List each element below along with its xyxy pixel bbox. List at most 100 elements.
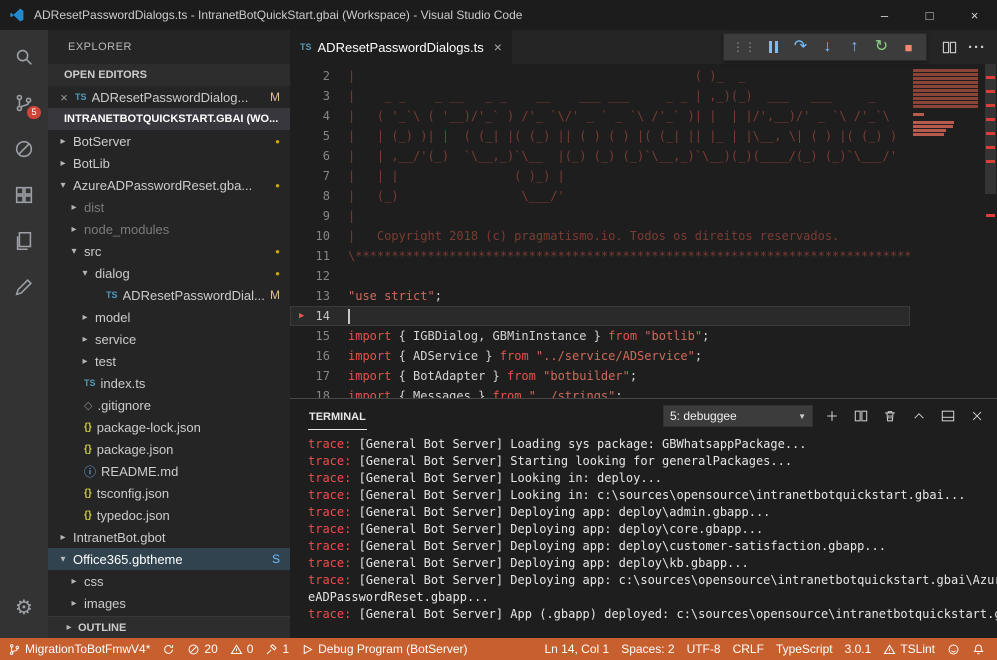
tree-item-index-ts[interactable]: TSindex.ts <box>48 372 290 394</box>
close-icon[interactable]: × <box>58 90 70 105</box>
log-level-label: trace: <box>308 556 351 570</box>
typescript-version-status[interactable]: 3.0.1 <box>839 638 878 660</box>
split-editor-icon[interactable] <box>937 35 961 59</box>
tree-item-botserver[interactable]: ▸BotServer● <box>48 130 290 152</box>
cursor-position-status[interactable]: Ln 14, Col 1 <box>538 638 615 660</box>
errors-status[interactable]: 20 <box>181 638 223 660</box>
code-line-12[interactable]: 12 <box>290 266 910 286</box>
sync-status[interactable] <box>156 638 181 660</box>
tree-item-gitignore[interactable]: ◇.gitignore <box>48 394 290 416</box>
terminal-tab[interactable]: TERMINAL <box>308 402 367 430</box>
debug-play-icon <box>301 643 314 656</box>
editor-tab-active[interactable]: TS ADResetPasswordDialogs.ts × <box>290 30 512 64</box>
code-line-6[interactable]: 6| | ,__/'(_) `\__,_)`\__ |(_) (_) (_)`\… <box>290 146 910 166</box>
tree-item-readme-md[interactable]: ⓘREADME.md <box>48 460 290 482</box>
collapse-panel-icon[interactable] <box>909 406 929 426</box>
code-line-7[interactable]: 7| | | ( )_) | | <box>290 166 910 186</box>
code-line-17[interactable]: 17import { BotAdapter } from "botbuilder… <box>290 366 910 386</box>
tree-item-typedoc-json[interactable]: {}typedoc.json <box>48 504 290 526</box>
files-icon[interactable] <box>0 218 48 264</box>
debug-toolbar-drag-handle[interactable]: ⋮⋮ <box>732 40 756 54</box>
extensions-icon[interactable] <box>0 172 48 218</box>
tree-item-package-lock-json[interactable]: {}package-lock.json <box>48 416 290 438</box>
edit-icon[interactable] <box>0 264 48 310</box>
code-line-18[interactable]: 18import { Messages } from "../strings"; <box>290 386 910 398</box>
tree-item-package-json[interactable]: {}package.json <box>48 438 290 460</box>
code-content[interactable]: 2| ( )_ _ |3| _ _ _ __ _ _ __ ___ ___ _ … <box>290 64 910 398</box>
code-line-2[interactable]: 2| ( )_ _ | <box>290 66 910 86</box>
step-into-icon[interactable]: ↓ <box>815 35 840 59</box>
code-line-4[interactable]: 4| ( '_`\ ( '__)/'_` ) /'_ `\/' _ ` _ `\… <box>290 106 910 126</box>
workspace-folder-header[interactable]: INTRANETBOTQUICKSTART.GBAI (WO... <box>48 108 290 130</box>
step-over-icon[interactable]: ↷ <box>788 35 813 59</box>
stop-icon[interactable]: ■ <box>896 35 921 59</box>
pause-icon[interactable] <box>761 35 786 59</box>
tree-item-node-modules[interactable]: ▸node_modules <box>48 218 290 240</box>
source-control-icon[interactable]: 5 <box>0 80 48 126</box>
tree-item-azureadpasswordreset-gba[interactable]: ▾AzureADPasswordReset.gba...● <box>48 174 290 196</box>
scrollbar-thumb[interactable] <box>985 64 996 194</box>
code-line-3[interactable]: 3| _ _ _ __ _ _ __ ___ ___ _ _ | ,_)(_) … <box>290 86 910 106</box>
restart-icon[interactable]: ↻ <box>869 35 894 59</box>
terminal-selector-dropdown[interactable]: 5: debuggee ▼ <box>663 405 813 427</box>
line-number: 5 <box>323 129 330 143</box>
tree-item-adresetpassworddial[interactable]: TSADResetPasswordDial...M <box>48 284 290 306</box>
more-actions-icon[interactable]: ··· <box>965 35 989 59</box>
code-line-10[interactable]: 10| Copyright 2018 (c) pragmatismo.io. T… <box>290 226 910 246</box>
encoding-status[interactable]: UTF-8 <box>681 638 727 660</box>
tasks-status[interactable]: 1 <box>259 638 295 660</box>
tree-item-test[interactable]: ▸test <box>48 350 290 372</box>
tree-item-tsconfig-json[interactable]: {}tsconfig.json <box>48 482 290 504</box>
code-line-16[interactable]: 16import { ADService } from "../service/… <box>290 346 910 366</box>
indentation-status[interactable]: Spaces: 2 <box>615 638 680 660</box>
minimap[interactable] <box>910 64 984 398</box>
git-status-badge: M <box>270 90 280 104</box>
git-branch-status[interactable]: MigrationToBotFmwV4* <box>2 638 156 660</box>
tree-item-model[interactable]: ▸model <box>48 306 290 328</box>
git-status-badge: S <box>272 552 280 566</box>
kill-terminal-icon[interactable] <box>880 406 900 426</box>
language-mode-status[interactable]: TypeScript <box>770 638 839 660</box>
open-editor-item[interactable]: × TS ADResetPasswordDialog... M <box>48 86 290 108</box>
close-panel-icon[interactable] <box>967 406 987 426</box>
tslint-status[interactable]: TSLint <box>877 638 941 660</box>
code-text: | | <box>348 206 910 226</box>
open-editors-header[interactable]: OPEN EDITORS <box>48 64 290 86</box>
code-line-5[interactable]: 5| | (_) )| | ( (_| |( (_) || ( ) ( ) |(… <box>290 126 910 146</box>
code-line-8[interactable]: 8| (_) \___/' | <box>290 186 910 206</box>
tree-item-service[interactable]: ▸service <box>48 328 290 350</box>
tree-item-intranetbot-gbot[interactable]: ▸IntranetBot.gbot <box>48 526 290 548</box>
log-text: [General Bot Server] Deploying app: depl… <box>351 522 763 536</box>
close-button[interactable]: × <box>952 0 997 30</box>
tree-item-office365-gbtheme[interactable]: ▾Office365.gbthemeS <box>48 548 290 570</box>
step-out-icon[interactable]: ↑ <box>842 35 867 59</box>
toggle-panel-icon[interactable] <box>938 406 958 426</box>
code-line-15[interactable]: 15import { IGBDialog, GBMinInstance } fr… <box>290 326 910 346</box>
tree-item-dialog[interactable]: ▾dialog● <box>48 262 290 284</box>
feedback-status[interactable] <box>941 638 966 660</box>
tree-item-images[interactable]: ▸images <box>48 592 290 614</box>
close-tab-icon[interactable]: × <box>494 39 502 55</box>
tree-item-botlib[interactable]: ▸BotLib <box>48 152 290 174</box>
settings-gear-icon[interactable]: ⚙ <box>0 584 48 630</box>
code-line-14[interactable]: ▶14 <box>290 306 910 326</box>
tree-item-src[interactable]: ▾src● <box>48 240 290 262</box>
maximize-button[interactable]: □ <box>907 0 952 30</box>
editor-scrollbar[interactable] <box>984 64 997 398</box>
circle-slash-icon[interactable] <box>0 126 48 172</box>
new-terminal-icon[interactable] <box>822 406 842 426</box>
minimize-button[interactable]: – <box>862 0 907 30</box>
warnings-status[interactable]: 0 <box>224 638 260 660</box>
split-terminal-icon[interactable] <box>851 406 871 426</box>
tree-item-dist[interactable]: ▸dist <box>48 196 290 218</box>
tree-item-css[interactable]: ▸css <box>48 570 290 592</box>
terminal-output[interactable]: trace: [General Bot Server] Loading sys … <box>290 433 997 638</box>
debug-program-status[interactable]: Debug Program (BotServer) <box>295 638 473 660</box>
code-line-13[interactable]: 13"use strict"; <box>290 286 910 306</box>
outline-section-header[interactable]: ▸ OUTLINE <box>48 616 290 638</box>
search-icon[interactable] <box>0 34 48 80</box>
eol-status[interactable]: CRLF <box>727 638 770 660</box>
notifications-status[interactable] <box>966 638 991 660</box>
code-line-11[interactable]: 11\*************************************… <box>290 246 910 266</box>
code-line-9[interactable]: 9| | <box>290 206 910 226</box>
